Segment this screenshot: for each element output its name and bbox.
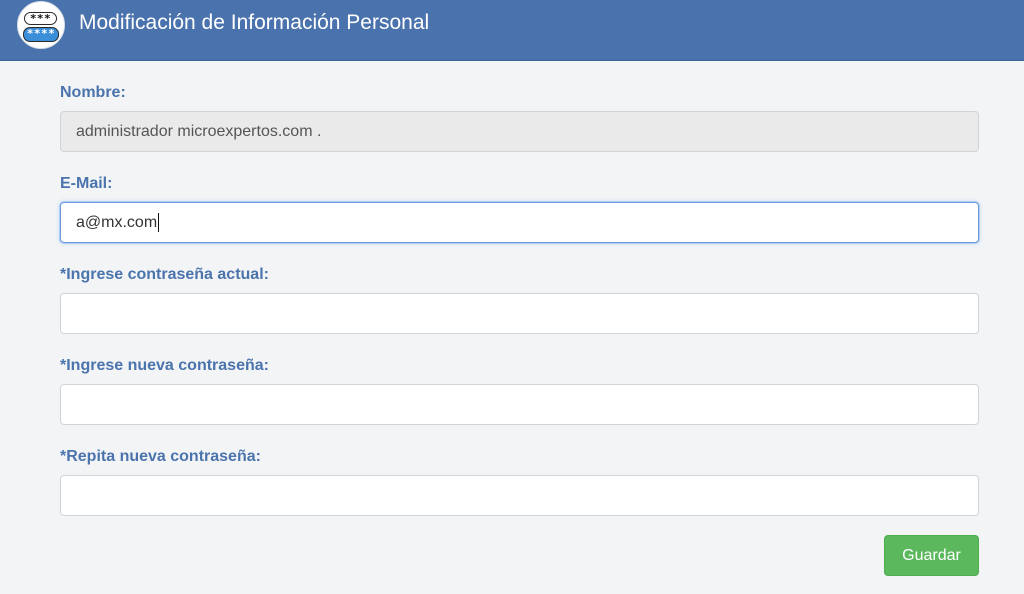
current-password-label: *Ingrese contraseña actual: (60, 266, 269, 283)
logo-top-text: *** (29, 12, 52, 25)
logo-bottom-text: **** (26, 27, 56, 40)
email-label: E-Mail: (60, 175, 113, 192)
save-button[interactable]: Guardar (884, 535, 979, 576)
email-value: a@mx.com (76, 213, 158, 231)
text-caret (158, 213, 160, 232)
logo-top-pill: *** (24, 12, 57, 25)
name-label: Nombre: (60, 84, 126, 101)
repeat-password-field[interactable] (60, 475, 979, 516)
new-password-label: *Ingrese nueva contraseña: (60, 357, 269, 374)
page-title: Modificación de Información Personal (79, 11, 430, 34)
repeat-password-label: *Repita nueva contraseña: (60, 448, 261, 465)
name-field: administrador microexpertos.com . (60, 111, 979, 152)
name-value: administrador microexpertos.com . (76, 122, 322, 140)
current-password-field[interactable] (60, 293, 979, 334)
password-logo-icon: *** **** (17, 1, 65, 49)
page-header: *** **** Modificación de Información Per… (0, 0, 1024, 61)
new-password-field[interactable] (60, 384, 979, 425)
email-field[interactable]: a@mx.com (60, 202, 979, 243)
logo-bottom-pill: **** (23, 27, 59, 42)
